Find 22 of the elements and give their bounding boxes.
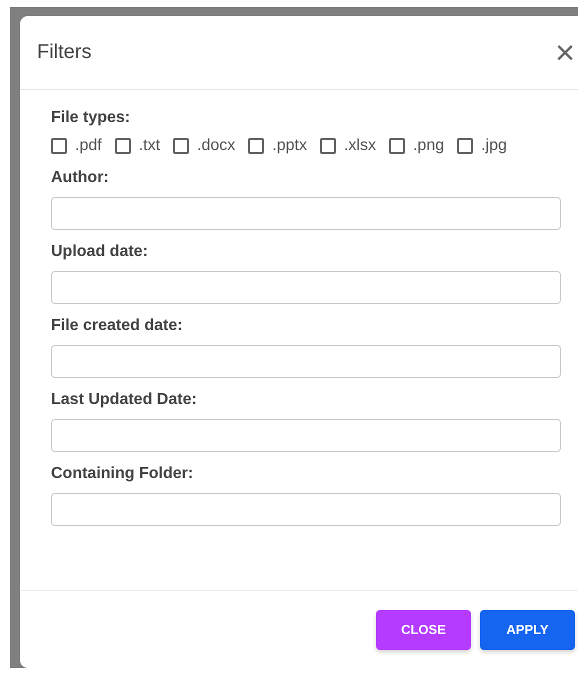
file-type-checkbox[interactable]: .pptx	[248, 137, 307, 155]
field-label: Last Updated Date:	[51, 391, 198, 409]
close-button[interactable]: CLOSE	[376, 610, 471, 650]
file-type-checkbox[interactable]: .txt	[114, 137, 160, 155]
input-field[interactable]	[51, 493, 561, 526]
file-type-checkbox[interactable]: .docx	[173, 137, 236, 155]
close-button[interactable]: ×	[552, 36, 578, 70]
file-type-checkbox[interactable]: .png	[388, 137, 444, 155]
field-label: Author:	[51, 169, 110, 187]
field-label: Containing Folder:	[51, 465, 194, 483]
file-type-checkbox[interactable]: .jpg	[457, 137, 507, 155]
dialog-title: Filters	[37, 41, 92, 64]
file-type-checkbox[interactable]: .xlsx	[320, 137, 376, 155]
apply-button[interactable]: APPLY	[480, 610, 575, 650]
field-label: Upload date:	[51, 243, 149, 261]
section-label: File types:	[51, 109, 132, 127]
input-field[interactable]	[51, 271, 561, 304]
input-field[interactable]	[51, 419, 561, 452]
field-label: File created date:	[51, 317, 184, 335]
input-field[interactable]	[51, 345, 561, 378]
file-type-checkbox[interactable]: .pdf	[51, 137, 102, 155]
input-field[interactable]	[51, 197, 561, 230]
